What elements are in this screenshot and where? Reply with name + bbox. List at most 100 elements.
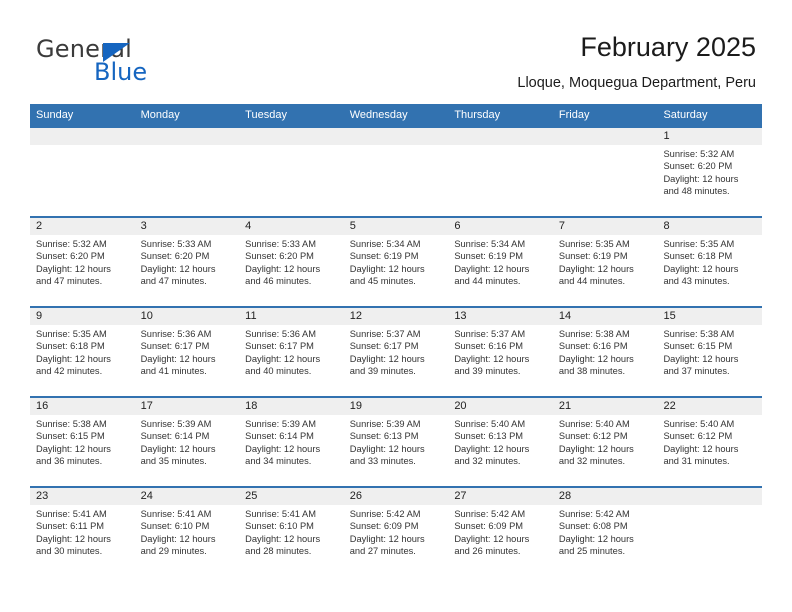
sunrise-text: Sunrise: 5:39 AM (245, 419, 316, 429)
daylight-text-line1: Daylight: 12 hours (36, 353, 111, 364)
general-blue-logo[interactable]: General Blue (36, 36, 266, 88)
day-cell[interactable]: 16 Sunrise: 5:38 AM Sunset: 6:15 PM Dayl… (30, 398, 135, 486)
day-number: 4 (245, 220, 252, 232)
day-number: 23 (36, 490, 49, 502)
sunrise-text: Sunrise: 5:35 AM (36, 329, 107, 339)
day-cell[interactable] (552, 128, 658, 216)
sunrise-text: Sunrise: 5:42 AM (349, 509, 421, 519)
day-number: 13 (454, 310, 467, 322)
day-number (657, 488, 762, 505)
day-cell[interactable]: 8 Sunrise: 5:35 AM Sunset: 6:18 PM Dayli… (657, 218, 763, 306)
day-cell[interactable] (239, 128, 344, 216)
page-title: February 2025 (580, 32, 756, 62)
page-header: General Blue February 2025 Lloque, Moque… (0, 0, 792, 104)
day-cell[interactable]: 6 Sunrise: 5:34 AM Sunset: 6:19 PM Dayli… (448, 218, 553, 306)
week-row: 23 Sunrise: 5:41 AM Sunset: 6:11 PM Dayl… (30, 486, 763, 576)
daylight-text-line2: and 30 minutes. (36, 546, 103, 557)
day-cell[interactable]: 7 Sunrise: 5:35 AM Sunset: 6:19 PM Dayli… (552, 218, 658, 306)
daylight-text-line2: and 31 minutes. (663, 456, 730, 467)
weekday-header-thursday: Thursday (454, 109, 501, 121)
weekday-header-row: Sunday Monday Tuesday Wednesday Thursday… (30, 104, 762, 126)
daylight-text-line2: and 47 minutes. (36, 276, 103, 287)
daylight-text-line2: and 29 minutes. (140, 546, 207, 557)
day-number: 3 (140, 220, 147, 232)
day-cell[interactable]: 28 Sunrise: 5:42 AM Sunset: 6:08 PM Dayl… (552, 488, 658, 576)
day-cell[interactable]: 3 Sunrise: 5:33 AM Sunset: 6:20 PM Dayli… (134, 218, 240, 306)
sunrise-text: Sunrise: 5:36 AM (140, 329, 212, 339)
day-number: 21 (558, 400, 572, 412)
day-cell[interactable]: 25 Sunrise: 5:41 AM Sunset: 6:10 PM Dayl… (239, 488, 344, 576)
day-cell[interactable]: 20 Sunrise: 5:40 AM Sunset: 6:13 PM Dayl… (448, 398, 553, 486)
day-cell[interactable]: 23 Sunrise: 5:41 AM Sunset: 6:11 PM Dayl… (30, 488, 135, 576)
sunrise-text: Sunrise: 5:40 AM (663, 419, 735, 429)
day-cell[interactable]: 9 Sunrise: 5:35 AM Sunset: 6:18 PM Dayli… (30, 308, 135, 396)
day-cell[interactable]: 24 Sunrise: 5:41 AM Sunset: 6:10 PM Dayl… (134, 488, 240, 576)
daylight-text-line2: and 42 minutes. (36, 366, 103, 377)
daylight-text-line1: Daylight: 12 hours (245, 533, 321, 544)
day-cell[interactable]: 17 Sunrise: 5:39 AM Sunset: 6:14 PM Dayl… (134, 398, 240, 486)
day-cell[interactable]: 12 Sunrise: 5:37 AM Sunset: 6:17 PM Dayl… (343, 308, 449, 396)
day-cell[interactable] (657, 488, 763, 576)
sunset-text: Sunset: 6:08 PM (558, 521, 628, 532)
daylight-text-line2: and 43 minutes. (663, 276, 730, 287)
day-cell[interactable]: 27 Sunrise: 5:42 AM Sunset: 6:09 PM Dayl… (448, 488, 553, 576)
day-details: Sunrise: 5:37 AM Sunset: 6:17 PM Dayligh… (344, 325, 449, 378)
weekday-header-sunday: Sunday (36, 109, 74, 121)
day-details: Sunrise: 5:42 AM Sunset: 6:08 PM Dayligh… (553, 505, 658, 558)
daylight-text-line1: Daylight: 12 hours (140, 443, 216, 454)
sunset-text: Sunset: 6:19 PM (349, 251, 419, 262)
day-number: 5 (349, 220, 356, 232)
daylight-text-line2: and 39 minutes. (349, 366, 416, 377)
day-cell[interactable]: 10 Sunrise: 5:36 AM Sunset: 6:17 PM Dayl… (134, 308, 240, 396)
daylight-text-line2: and 28 minutes. (245, 546, 312, 557)
day-cell[interactable]: 26 Sunrise: 5:42 AM Sunset: 6:09 PM Dayl… (343, 488, 449, 576)
day-details: Sunrise: 5:41 AM Sunset: 6:10 PM Dayligh… (239, 505, 344, 558)
day-cell[interactable]: 2 Sunrise: 5:32 AM Sunset: 6:20 PM Dayli… (30, 218, 135, 306)
day-cell[interactable] (30, 128, 135, 216)
day-cell[interactable]: 19 Sunrise: 5:39 AM Sunset: 6:13 PM Dayl… (343, 398, 449, 486)
day-cell[interactable]: 15 Sunrise: 5:38 AM Sunset: 6:15 PM Dayl… (657, 308, 763, 396)
daylight-text-line1: Daylight: 12 hours (245, 443, 321, 454)
day-cell[interactable]: 13 Sunrise: 5:37 AM Sunset: 6:16 PM Dayl… (448, 308, 553, 396)
day-number: 16 (36, 400, 49, 412)
sunrise-text: Sunrise: 5:40 AM (558, 419, 630, 429)
day-cell[interactable]: 1 Sunrise: 5:32 AM Sunset: 6:20 PM Dayli… (657, 128, 763, 216)
day-cell[interactable]: 4 Sunrise: 5:33 AM Sunset: 6:20 PM Dayli… (239, 218, 344, 306)
sunset-text: Sunset: 6:19 PM (454, 251, 524, 262)
day-cell[interactable]: 21 Sunrise: 5:40 AM Sunset: 6:12 PM Dayl… (552, 398, 658, 486)
daylight-text-line1: Daylight: 12 hours (454, 353, 530, 364)
day-cell[interactable]: 11 Sunrise: 5:36 AM Sunset: 6:17 PM Dayl… (239, 308, 344, 396)
day-cell[interactable]: 22 Sunrise: 5:40 AM Sunset: 6:12 PM Dayl… (657, 398, 763, 486)
day-details (30, 145, 135, 148)
day-cell[interactable]: 14 Sunrise: 5:38 AM Sunset: 6:16 PM Dayl… (552, 308, 658, 396)
day-details: Sunrise: 5:37 AM Sunset: 6:16 PM Dayligh… (448, 325, 553, 378)
sunrise-text: Sunrise: 5:38 AM (558, 329, 630, 339)
daylight-text-line2: and 47 minutes. (140, 276, 207, 287)
weekday-header-monday: Monday (140, 109, 180, 121)
daylight-text-line1: Daylight: 12 hours (558, 443, 634, 454)
daylight-text-line2: and 33 minutes. (349, 456, 416, 467)
day-number: 20 (454, 400, 467, 412)
sunset-text: Sunset: 6:16 PM (558, 341, 628, 352)
daylight-text-line1: Daylight: 12 hours (663, 353, 739, 364)
day-cell[interactable] (448, 128, 553, 216)
day-cell[interactable] (343, 128, 449, 216)
sunset-text: Sunset: 6:17 PM (349, 341, 419, 352)
day-number (239, 128, 344, 145)
day-cell[interactable]: 5 Sunrise: 5:34 AM Sunset: 6:19 PM Dayli… (343, 218, 449, 306)
sunset-text: Sunset: 6:09 PM (454, 521, 524, 532)
daylight-text-line1: Daylight: 12 hours (140, 263, 216, 274)
daylight-text-line2: and 48 minutes. (663, 186, 730, 197)
day-cell[interactable] (134, 128, 240, 216)
sunset-text: Sunset: 6:09 PM (349, 521, 419, 532)
day-number: 9 (36, 310, 43, 322)
day-number: 18 (245, 400, 258, 412)
sunset-text: Sunset: 6:13 PM (454, 431, 524, 442)
weekday-header-wednesday: Wednesday (349, 109, 408, 121)
week-row: 1 Sunrise: 5:32 AM Sunset: 6:20 PM Dayli… (30, 126, 763, 216)
day-cell[interactable]: 18 Sunrise: 5:39 AM Sunset: 6:14 PM Dayl… (239, 398, 344, 486)
page-subtitle: Lloque, Moquegua Department, Peru (517, 75, 756, 91)
daylight-text-line1: Daylight: 12 hours (454, 443, 530, 454)
sunset-text: Sunset: 6:14 PM (245, 431, 314, 442)
sunrise-text: Sunrise: 5:39 AM (140, 419, 212, 429)
